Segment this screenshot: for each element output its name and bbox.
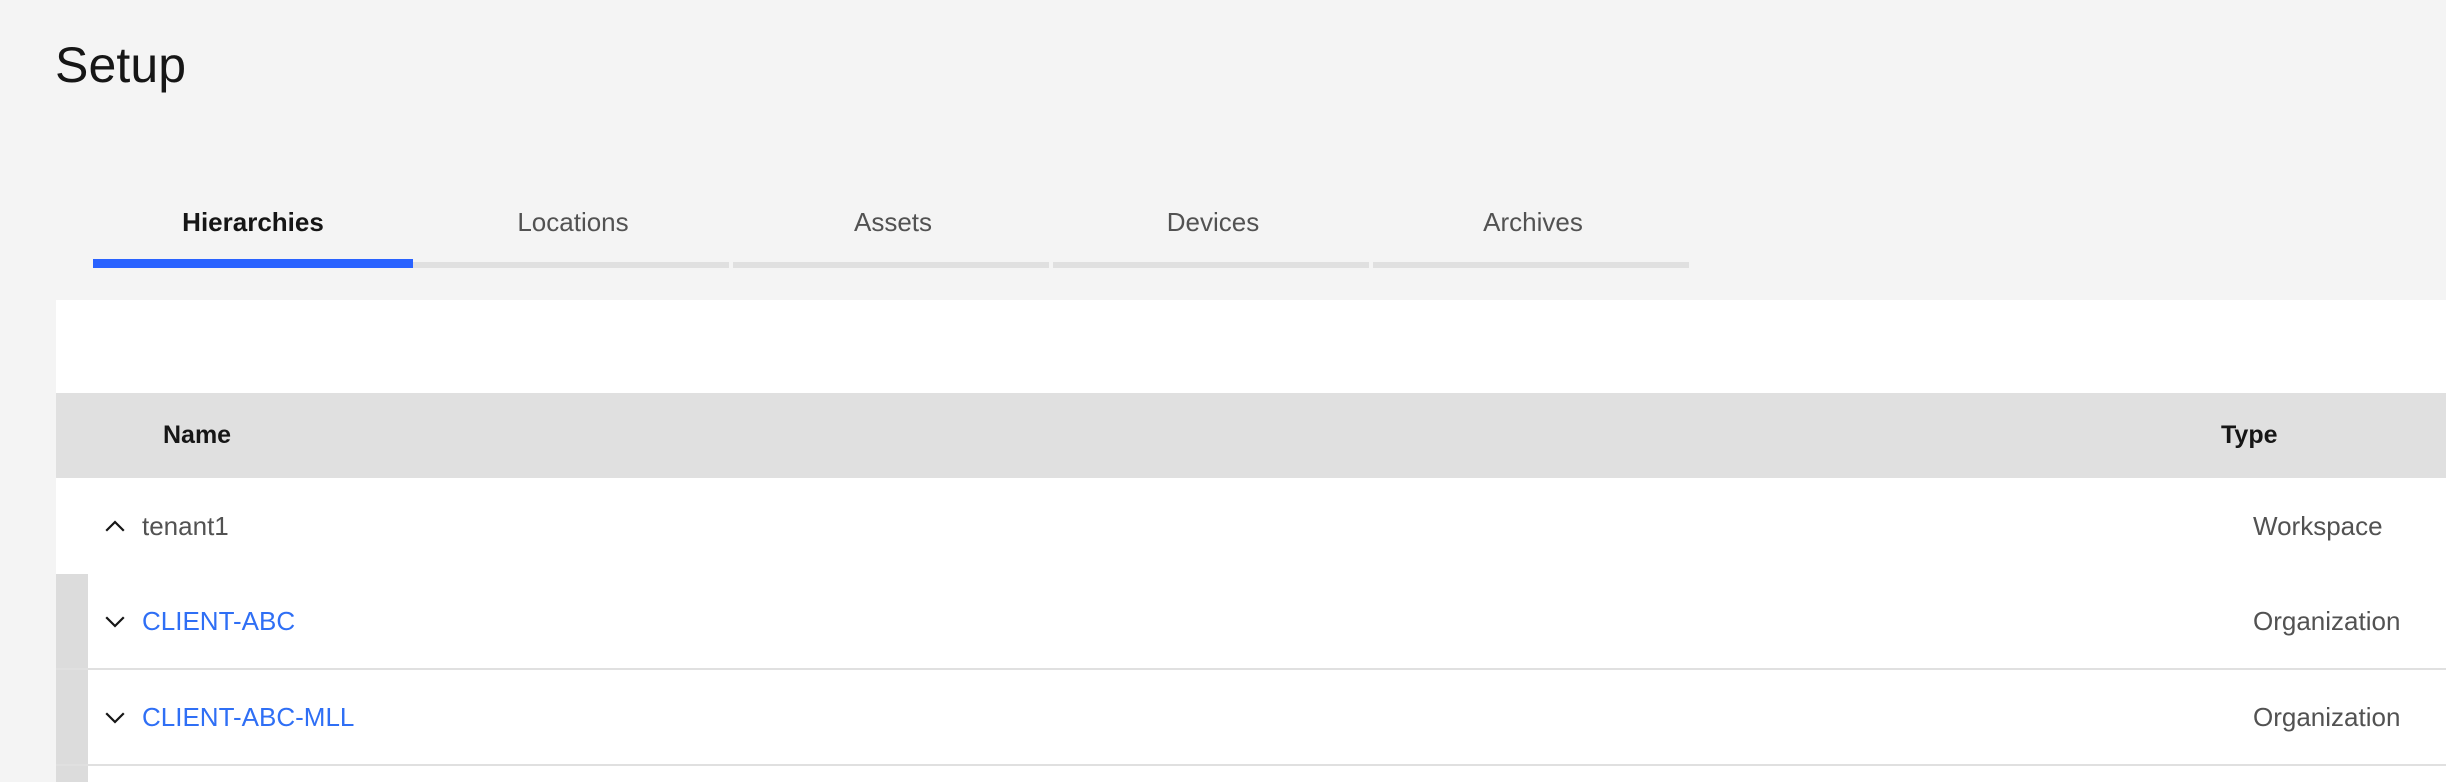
row-name-link[interactable]: CLIENT-ABC-MLL xyxy=(142,701,354,733)
table-row-inner: CLIENT-ABC Organization xyxy=(88,574,2446,668)
tab-devices[interactable]: Devices xyxy=(1053,196,1373,268)
tab-locations[interactable]: Locations xyxy=(413,196,733,268)
row-name: tenant1 xyxy=(142,511,229,541)
chevron-down-icon[interactable] xyxy=(88,606,142,636)
table-header-row: Name Type xyxy=(56,393,2446,478)
tab-bar: Hierarchies Locations Assets Devices Arc… xyxy=(93,196,1693,268)
tab-archives-label: Archives xyxy=(1483,207,1583,237)
tab-assets[interactable]: Assets xyxy=(733,196,1053,268)
table-header-inner: Name Type xyxy=(56,393,2446,478)
tab-devices-label: Devices xyxy=(1166,207,1260,237)
tab-archives[interactable]: Archives xyxy=(1373,196,1693,268)
hierarchies-table: Name Type tenant1 Workspace CLIENT-ABC O… xyxy=(56,393,2446,782)
row-name-link[interactable]: CLIENT-ABC xyxy=(142,605,295,637)
table-body: tenant1 Workspace CLIENT-ABC Organizatio… xyxy=(56,478,2446,782)
tab-assets-label: Assets xyxy=(853,207,933,237)
table-row[interactable]: CLIENT-ABC-MLL Organization xyxy=(56,670,2446,766)
row-type: Organization xyxy=(2253,702,2401,732)
table-row[interactable]: tenant1 Workspace xyxy=(56,478,2446,574)
tab-hierarchies[interactable]: Hierarchies xyxy=(93,196,413,268)
indent-rail xyxy=(56,670,88,764)
column-header-type[interactable]: Type xyxy=(2221,421,2278,450)
column-header-name[interactable]: Name xyxy=(56,421,231,450)
setup-page: Setup Hierarchies Locations Assets Devic… xyxy=(0,0,2446,782)
indent-rail xyxy=(56,574,88,668)
table-toolbar xyxy=(56,300,2446,393)
table-row[interactable]: CLIENT-ABC Organization xyxy=(56,574,2446,670)
tab-locations-label: Locations xyxy=(517,207,629,237)
tab-hierarchies-label: Hierarchies xyxy=(182,207,324,237)
page-title: Setup xyxy=(55,37,187,93)
indent-rail xyxy=(56,766,88,782)
indent-rail xyxy=(56,478,88,574)
table-row-inner: CLIENT-ABC-MLL Organization xyxy=(88,670,2446,764)
row-type: Workspace xyxy=(2253,511,2383,541)
table-row[interactable] xyxy=(56,766,2446,782)
table-row-inner: tenant1 Workspace xyxy=(88,478,2446,574)
table-row-inner xyxy=(88,766,2446,782)
chevron-down-icon[interactable] xyxy=(88,702,142,732)
row-type: Organization xyxy=(2253,606,2401,636)
chevron-up-icon[interactable] xyxy=(88,511,142,541)
